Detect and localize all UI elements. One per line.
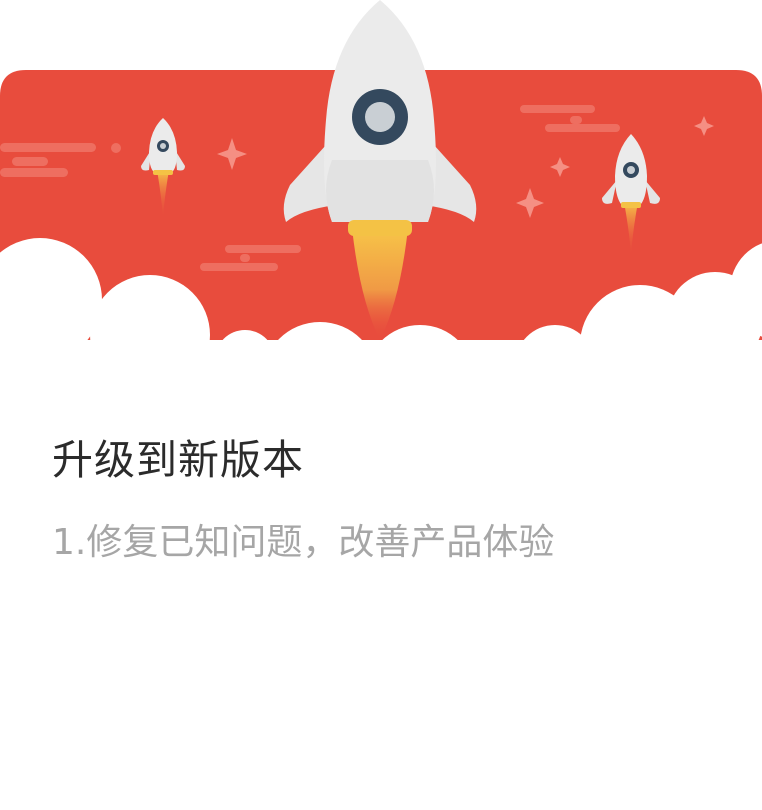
- update-banner-illustration: [0, 0, 762, 380]
- update-title: 升级到新版本: [52, 436, 304, 484]
- update-dialog: 升级到新版本 1.修复已知问题，改善产品体验: [0, 0, 762, 810]
- update-note-item: 1.修复已知问题，改善产品体验: [52, 522, 555, 563]
